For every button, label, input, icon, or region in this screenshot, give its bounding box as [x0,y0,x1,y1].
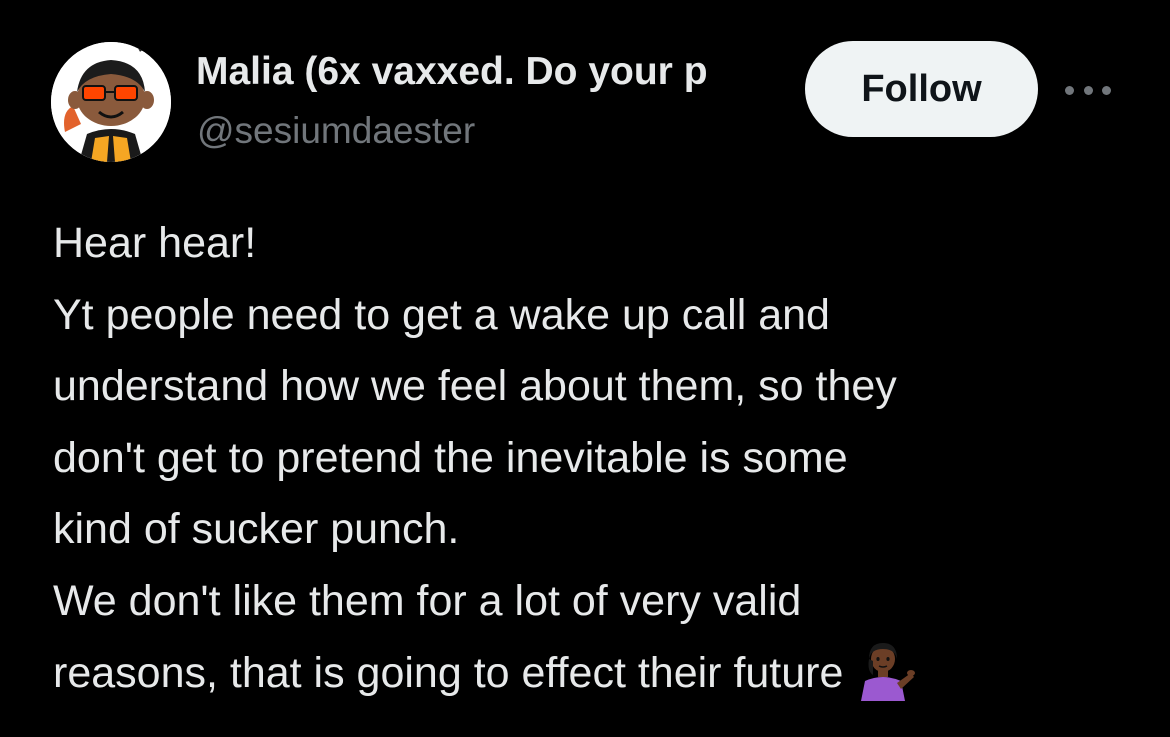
cartoon-avatar-icon [51,42,171,162]
tweet-line: understand how we feel about them, so th… [53,362,897,410]
author-display-name[interactable]: Malia (6x vaxxed. Do your p [196,48,786,96]
more-dot [1083,85,1093,95]
more-options-icon[interactable] [1065,80,1111,100]
tweet-line: Hear hear! [53,219,257,267]
follow-button[interactable]: Follow [805,41,1038,137]
more-dot [1065,85,1074,95]
tweet-line: kind of sucker punch. [53,505,460,553]
tweet-line: We don't like them for a lot of very val… [53,576,802,625]
author-handle[interactable]: @sesiumdaester [197,108,475,154]
tweet-line-text: reasons, that is going to effect their f… [53,649,844,697]
tweet-line: don't get to pretend the inevitable is s… [53,433,848,482]
tweet-line-last: reasons, that is going to effect their f… [53,637,1133,709]
tweet-line: Yt people need to get a wake up call and [53,290,830,339]
person-tipping-hand-emoji-icon [851,637,916,701]
tweet-text: Hear hear! Yt people need to get a wake … [53,208,1133,709]
more-dot [1102,85,1111,95]
avatar[interactable] [51,42,171,162]
